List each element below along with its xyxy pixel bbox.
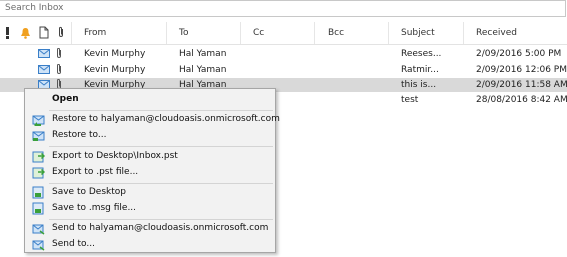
row-from: Kevin Murphy [84,65,146,75]
item-type-icon[interactable] [39,26,49,42]
row-received: 28/08/2016 8:42 AM [476,95,567,105]
reminder-bell-icon[interactable] [20,27,31,42]
row-from: Kevin Murphy [84,49,146,59]
envelope-icon [38,49,50,58]
search-placeholder: Search Inbox [5,3,64,13]
menu-item-restore-to-mailbox[interactable]: Restore to halyaman@cloudoasis.onmicroso… [26,111,280,128]
column-bcc[interactable]: Bcc [328,28,344,38]
send-icon [32,224,45,235]
menu-item-restore-to[interactable]: Restore to... [26,127,274,144]
column-subject[interactable]: Subject [401,28,435,38]
export-icon [32,151,45,163]
row-to: Hal Yaman [179,65,227,75]
menu-item-export-to-pst[interactable]: Export to .pst file... [26,164,274,181]
restore-icon [32,115,45,126]
row-received: 2/09/2016 11:58 AM [476,80,567,90]
send-icon [32,240,45,251]
envelope-icon [38,65,50,74]
column-header: From To Cc Bcc Subject Received [0,22,567,45]
menu-item-save-to-msg[interactable]: Save to .msg file... [26,200,274,217]
row-subject: Reeses... [401,49,442,59]
message-row[interactable]: Kevin Murphy Hal Yaman Reeses... 2/09/20… [0,47,567,61]
row-subject: Ratmir... [401,65,439,75]
export-icon [32,167,45,179]
column-received[interactable]: Received [476,28,517,38]
row-to: Hal Yaman [179,49,227,59]
row-received: 2/09/2016 12:06 PM [476,65,567,75]
column-from[interactable]: From [84,28,106,38]
save-icon [32,202,44,215]
search-input[interactable]: Search Inbox [0,0,566,17]
row-subject: test [401,95,419,105]
attachment-icon [57,48,61,58]
menu-item-save-to-desktop[interactable]: Save to Desktop [26,184,274,201]
menu-item-open[interactable]: Open [26,91,274,108]
menu-item-send-to[interactable]: Send to... [26,236,274,253]
row-received: 2/09/2016 5:00 PM [476,49,562,59]
importance-icon[interactable] [5,27,10,42]
context-menu: Open Restore to halyaman@cloudoasis.onmi… [24,88,280,253]
attachment-icon[interactable] [57,26,65,42]
column-to[interactable]: To [179,28,188,38]
column-cc[interactable]: Cc [253,28,264,38]
message-row[interactable]: Kevin Murphy Hal Yaman Ratmir... 2/09/20… [0,63,567,77]
menu-item-export-to-desktop[interactable]: Export to Desktop\Inbox.pst [26,148,274,165]
restore-icon [32,131,45,141]
menu-item-send-to-mailbox[interactable]: Send to halyaman@cloudoasis.onmicrosoft.… [26,220,274,237]
attachment-icon [57,64,61,74]
row-subject: this is... [401,80,437,90]
save-icon [32,186,44,199]
